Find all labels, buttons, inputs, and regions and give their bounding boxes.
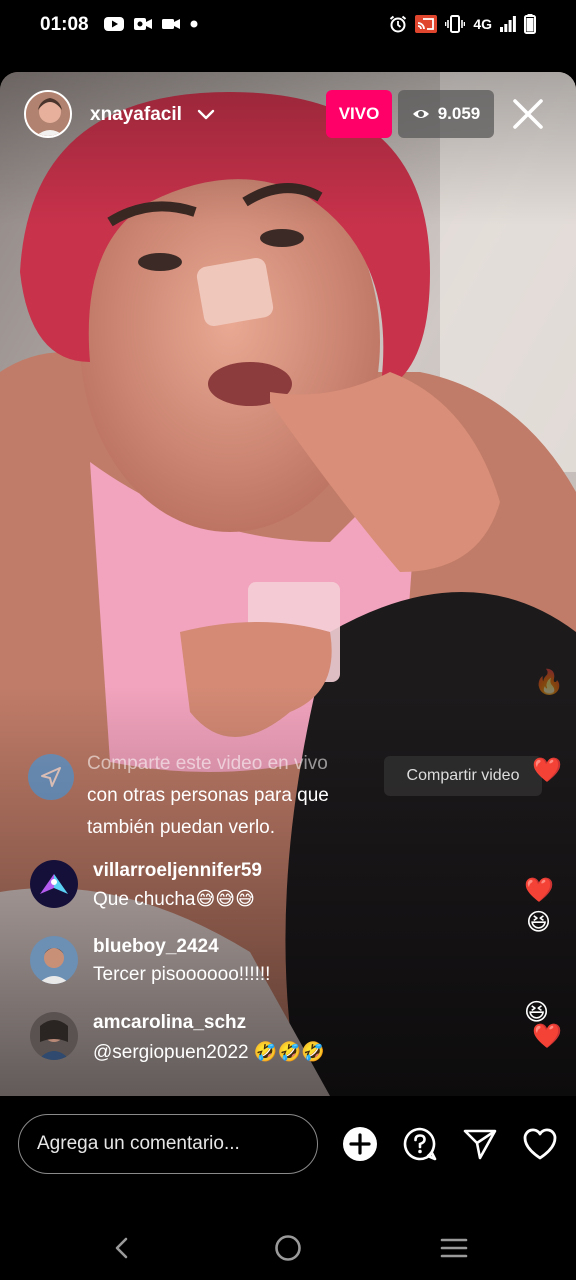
comment-text: Que chucha😅😅😅 [93, 889, 255, 910]
laugh-reaction: 😆 [526, 909, 552, 936]
share-prompt-text: Comparte este video en vivo con otras pe… [87, 748, 377, 844]
live-badge: VIVO [326, 90, 392, 138]
home-circle-icon [275, 1235, 301, 1261]
commenter-avatar-image [30, 1012, 78, 1060]
share-prompt-line-3: también puedan verlo. [87, 817, 276, 838]
commenter-avatar[interactable] [30, 936, 78, 984]
close-icon[interactable] [508, 94, 548, 134]
comment-username[interactable]: villarroeljennifer59 [93, 860, 262, 882]
status-bar: 01:08 4G [0, 0, 576, 50]
youtube-icon [104, 17, 124, 31]
comment-text: Tercer pisoooooo!!!!!! [93, 964, 271, 985]
comment-item[interactable]: blueboy_2424 Tercer pisoooooo!!!!!! [30, 936, 490, 988]
comment-input[interactable] [18, 1114, 318, 1174]
video-camera-icon [162, 19, 180, 29]
menu-lines-icon [440, 1238, 468, 1258]
network-type: 4G [473, 16, 492, 32]
viewer-count: 9.059 [437, 104, 481, 123]
eye-icon [412, 110, 429, 118]
share-prompt-icon[interactable] [28, 754, 74, 800]
heart-reaction: ❤️ [532, 1023, 562, 1050]
status-time: 01:08 [40, 14, 89, 35]
comment-item[interactable]: villarroeljennifer59 Que chucha😅😅😅 [30, 860, 490, 912]
dot-icon [190, 20, 198, 28]
host-username[interactable]: xnayafacil [90, 104, 182, 126]
nav-home-button[interactable] [268, 1228, 308, 1268]
chevron-left-icon [115, 1237, 128, 1259]
question-button[interactable] [400, 1124, 440, 1164]
heart-icon [523, 1128, 557, 1160]
share-prompt-line-1: Comparte este video en vivo [87, 753, 328, 774]
question-bubble-icon [403, 1127, 437, 1161]
vibrate-icon [445, 15, 466, 33]
send-icon [463, 1129, 497, 1160]
heart-reaction: ❤️ [524, 877, 554, 904]
plus-circle-icon [343, 1127, 377, 1161]
status-system-icons: 4G [389, 14, 536, 34]
commenter-avatar-image [30, 936, 78, 984]
chevron-down-icon[interactable] [196, 104, 216, 124]
video-call-icon [134, 18, 152, 30]
comment-text: @sergiopuen2022 🤣🤣🤣 [93, 1042, 325, 1063]
commenter-avatar[interactable] [30, 1012, 78, 1060]
comment-username[interactable]: amcarolina_schz [93, 1012, 246, 1034]
comment-item[interactable]: amcarolina_schz @sergiopuen2022 🤣🤣🤣 [30, 1012, 490, 1064]
fire-reaction: 🔥 [534, 669, 564, 696]
heart-reaction: ❤️ [532, 757, 562, 784]
status-notification-icons [104, 16, 198, 32]
like-button[interactable] [520, 1124, 560, 1164]
alarm-icon [390, 15, 407, 33]
share-video-button[interactable]: Compartir video [384, 756, 542, 796]
host-avatar[interactable] [24, 90, 72, 138]
comment-username[interactable]: blueboy_2424 [93, 936, 219, 958]
nav-recents-button[interactable] [434, 1228, 474, 1268]
battery-icon [524, 14, 536, 34]
add-button[interactable] [340, 1124, 380, 1164]
commenter-avatar-image [30, 860, 78, 908]
commenter-avatar[interactable] [30, 860, 78, 908]
share-button[interactable] [460, 1124, 500, 1164]
nav-back-button[interactable] [102, 1228, 142, 1268]
cast-icon [415, 15, 438, 33]
share-prompt-line-2: con otras personas para que [87, 785, 329, 806]
viewer-count-badge: 9.059 [398, 90, 494, 138]
signal-icon [500, 16, 516, 32]
send-icon [41, 767, 61, 787]
